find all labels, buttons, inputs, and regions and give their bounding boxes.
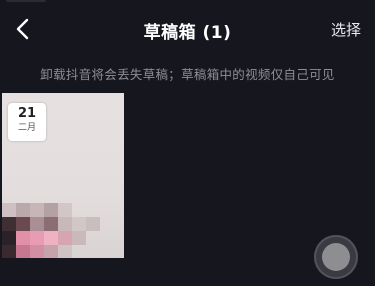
- status-bar: [0, 0, 375, 6]
- status-bar-fragment: [6, 0, 46, 2]
- draft-item[interactable]: 21 二月: [2, 93, 124, 258]
- navbar: 草稿箱 (1) 选择: [0, 8, 375, 48]
- page-title: 草稿箱 (1): [143, 23, 232, 43]
- record-button-icon: [322, 243, 350, 271]
- thumbnail-mosaic: [2, 203, 124, 258]
- draft-notice: 卸载抖音将会丢失草稿；草稿箱中的视频仅自己可见: [40, 67, 335, 82]
- date-badge: 21 二月: [8, 103, 46, 141]
- select-button[interactable]: 选择: [331, 19, 361, 40]
- record-button[interactable]: [314, 235, 358, 279]
- date-month: 二月: [17, 123, 36, 133]
- date-day: 21: [17, 106, 37, 121]
